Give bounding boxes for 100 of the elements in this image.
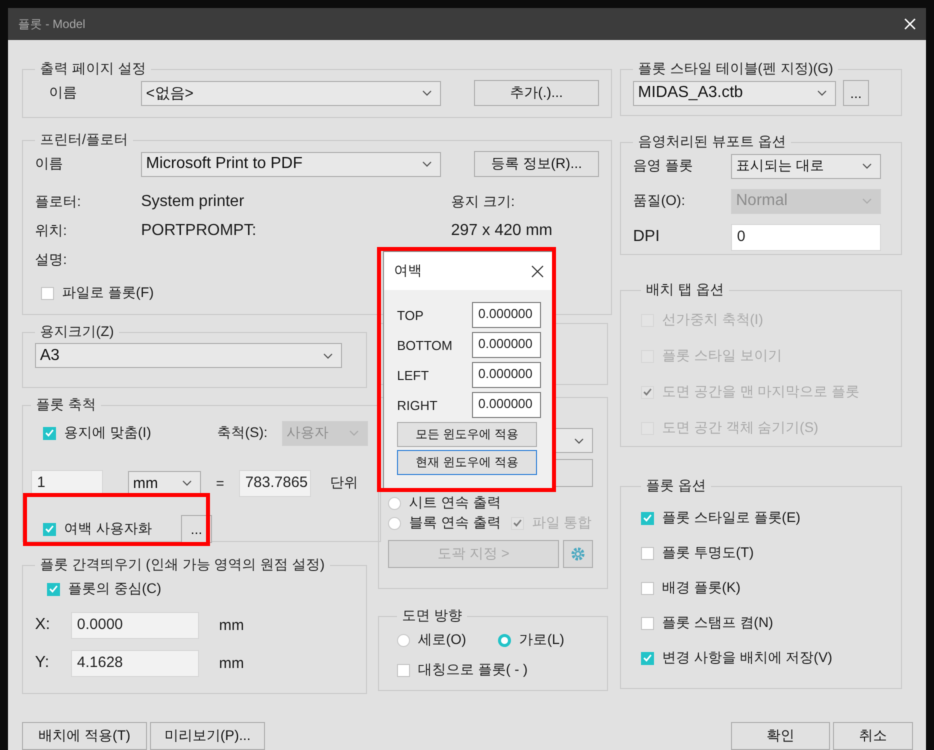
scale-label: 축척(S):: [217, 424, 268, 442]
tick-icon: [45, 525, 54, 533]
field-label: DPI: [633, 228, 661, 246]
tick-icon: [643, 514, 652, 522]
checkbox[interactable]: [397, 664, 410, 676]
group-title: 배치 탭 옵션: [645, 281, 725, 299]
checkbox-label: 대칭으로 플롯( - ): [418, 661, 528, 679]
field-label: 이름: [35, 155, 64, 173]
radio-button[interactable]: [388, 496, 401, 510]
chevron-icon: [422, 90, 432, 96]
chevron-icon: [862, 163, 872, 169]
checkbox[interactable]: [641, 582, 654, 594]
checkbox-label: 용지에 맞춤(I): [64, 424, 152, 442]
info-label: 위치:: [35, 222, 68, 240]
radio-button[interactable]: [498, 634, 512, 646]
tick-icon: [45, 429, 54, 437]
margin-label: BOTTOM: [397, 338, 454, 352]
checkbox[interactable]: [641, 512, 654, 524]
chevron-icon: [862, 198, 872, 204]
coordinate-label: X:: [35, 616, 52, 634]
unit-label: mm: [219, 654, 244, 672]
radio-label: 블록 연속 출력: [409, 514, 501, 532]
properties-button[interactable]: 등록 정보(R)...: [474, 151, 599, 177]
window-title: 플롯 - Model: [18, 16, 86, 32]
group-title: 출력 페이지 설정: [39, 60, 147, 78]
dialog-title: 여백: [394, 262, 422, 280]
checkbox[interactable]: [43, 522, 56, 536]
field-label: 이름: [48, 84, 78, 102]
units-label: 단위: [330, 474, 358, 492]
margin-field[interactable]: 0.000000: [472, 302, 541, 328]
checkbox-label: 파일 통합: [532, 514, 592, 532]
checkbox-label: 플롯 투명도(T): [662, 544, 754, 562]
checkbox[interactable]: [641, 652, 654, 664]
checkbox-label: 여백 사용자화: [64, 520, 152, 538]
group-title: 도면 방향: [401, 607, 463, 625]
radio-button[interactable]: [388, 516, 401, 530]
info-label: 플로터:: [35, 192, 82, 210]
group-title: 플롯 축척: [35, 396, 97, 414]
group-title: 플롯 간격띄우기 (인쇄 가능 영역의 원점 설정): [39, 556, 326, 574]
chevron-icon: [817, 90, 827, 96]
offset-field[interactable]: 0.0000: [71, 612, 199, 638]
chevron-icon: [348, 430, 359, 436]
paper-size-value: 297 x 420 mm: [451, 222, 552, 240]
chevron-icon: [422, 161, 432, 167]
dropdown[interactable]: 표시되는 대로: [731, 154, 881, 178]
checkbox[interactable]: [43, 426, 56, 440]
radio-label: 시트 연속 출력: [409, 494, 501, 512]
group-title: 용지크기(Z): [39, 323, 115, 341]
group-title: 플롯 옵션: [645, 477, 707, 495]
radio-label: 가로(L): [519, 631, 564, 649]
checkbox[interactable]: [641, 616, 654, 630]
coordinate-label: Y:: [35, 654, 50, 672]
tick-icon: [643, 388, 652, 396]
apply-button[interactable]: 모든 윈도우에 적용: [397, 422, 537, 447]
add-button[interactable]: 추가(.)...: [474, 80, 599, 106]
group-title: 플롯 스타일 테이블(펜 지정)(G): [637, 60, 834, 78]
info-value: PORTPROMPT:: [141, 222, 256, 240]
checkbox-label: 도면 공간을 맨 마지막으로 플롯: [662, 383, 860, 401]
checkbox-label: 플롯 스탬프 켬(N): [662, 614, 774, 632]
info-label: 설명:: [35, 250, 68, 268]
tick-icon: [49, 585, 58, 593]
checkbox[interactable]: [41, 286, 54, 300]
margin-label: TOP: [397, 308, 424, 322]
dropdown[interactable]: MIDAS_A3.ctb: [633, 80, 836, 106]
info-value: System printer: [141, 192, 244, 210]
checkbox[interactable]: [641, 546, 654, 560]
apply-button[interactable]: 현재 윈도우에 적용: [397, 450, 537, 475]
close-icon[interactable]: [531, 264, 544, 278]
field-label: 품질(O):: [633, 192, 686, 210]
margin-field[interactable]: 0.000000: [472, 362, 541, 388]
checkbox-label: 플롯 스타일로 플롯(E): [662, 509, 800, 527]
dropdown[interactable]: <없음>: [141, 80, 441, 106]
apply-to-layout-button[interactable]: 배치에 적용(T): [22, 722, 147, 750]
margin-label: RIGHT: [397, 398, 438, 412]
margin-field[interactable]: 0.000000: [472, 332, 541, 358]
margin-label: LEFT: [397, 368, 430, 382]
preview-button[interactable]: 미리보기(P)...: [150, 722, 265, 750]
ok-button[interactable]: 확인: [731, 722, 830, 750]
checkbox-label: 파일로 플롯(F): [62, 284, 154, 302]
dropdown[interactable]: Microsoft Print to PDF: [141, 152, 441, 176]
checkbox-label: 플롯의 중심(C): [68, 580, 162, 598]
cancel-button[interactable]: 취소: [833, 722, 913, 750]
group-title: 프린터/플로터: [39, 131, 129, 149]
radio-button[interactable]: [397, 634, 410, 646]
checkbox-label: 배경 플롯(K): [662, 579, 741, 597]
units-field[interactable]: 783.7865: [239, 470, 312, 496]
offset-field[interactable]: 4.1628: [71, 650, 199, 676]
settings-button[interactable]: [563, 540, 593, 568]
equals-sign: =: [216, 475, 224, 491]
group-title: 음영처리된 뷰포트 옵션: [637, 133, 787, 151]
dropdown[interactable]: A3: [35, 343, 342, 368]
margin-field[interactable]: 0.000000: [472, 392, 541, 418]
checkbox[interactable]: [47, 582, 60, 596]
dropdown[interactable]: mm: [128, 470, 201, 496]
edit-button[interactable]: ...: [843, 80, 869, 106]
unit-label: mm: [219, 616, 244, 634]
checkbox-label: 플롯 스타일 보이기: [662, 347, 782, 365]
chevron-icon: [574, 438, 584, 444]
checkbox-label: 도면 공간 객체 숨기기(S): [662, 419, 818, 437]
dpi-field[interactable]: 0: [731, 224, 881, 250]
